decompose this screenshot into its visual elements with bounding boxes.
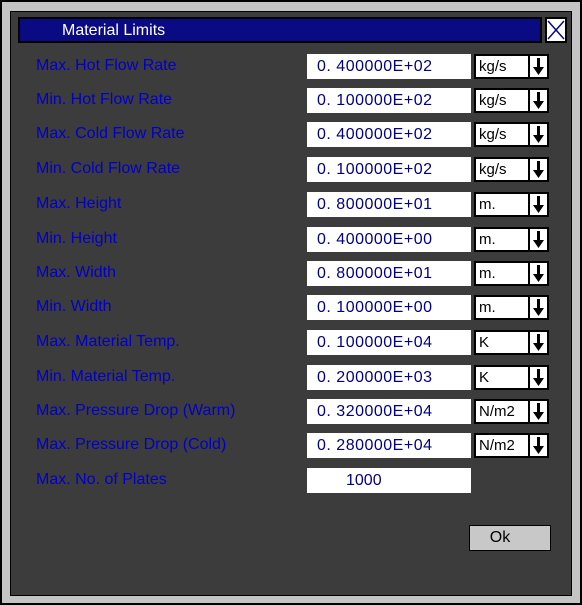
field-row-max-hot-flow-rate: Max. Hot Flow Rate 0. 400000E+02 kg/s [18, 52, 564, 82]
dropdown-arrow-button[interactable] [528, 124, 547, 145]
field-label: Min. Cold Flow Rate [36, 160, 181, 177]
arrow-down-icon [533, 403, 544, 420]
field-label: Max. Pressure Drop (Warm) [36, 402, 236, 419]
arrow-down-icon [533, 231, 544, 248]
field-row-max-material-temp: Max. Material Temp. 0. 100000E+04 K [18, 328, 564, 358]
dropdown-arrow-button[interactable] [528, 90, 547, 111]
dropdown-arrow-button[interactable] [528, 194, 547, 215]
unit-dropdown[interactable]: m. [474, 295, 549, 320]
field-row-max-no-of-plates: Max. No. of Plates 1000 [18, 466, 564, 496]
dropdown-arrow-button[interactable] [528, 56, 547, 77]
unit-dropdown[interactable]: K [474, 365, 549, 390]
dropdown-arrow-button[interactable] [528, 263, 547, 284]
title-bar: Material Limits [18, 17, 542, 43]
dropdown-arrow-button[interactable] [528, 435, 547, 456]
field-label: Min. Hot Flow Rate [36, 91, 173, 108]
unit-selected: kg/s [479, 126, 507, 143]
field-label: Max. Hot Flow Rate [36, 57, 177, 74]
field-row-max-width: Max. Width 0. 800000E+01 m. [18, 259, 564, 289]
unit-selected: m. [479, 299, 496, 316]
field-value-input[interactable]: 0. 800000E+01 [307, 192, 471, 217]
unit-dropdown[interactable]: kg/s [474, 88, 549, 113]
field-value-input[interactable]: 0. 100000E+02 [307, 157, 471, 182]
field-row-min-cold-flow-rate: Min. Cold Flow Rate 0. 100000E+02 kg/s [18, 155, 564, 185]
dropdown-arrow-button[interactable] [528, 401, 547, 422]
arrow-down-icon [533, 299, 544, 316]
unit-selected: m. [479, 265, 496, 282]
field-value-input[interactable]: 0. 100000E+02 [307, 88, 471, 113]
field-label: Min. Height [36, 230, 117, 247]
field-label: Min. Width [36, 298, 112, 315]
arrow-down-icon [533, 58, 544, 75]
field-value-input[interactable]: 0. 400000E+02 [307, 54, 471, 79]
unit-selected: m. [479, 231, 496, 248]
unit-dropdown[interactable]: m. [474, 192, 549, 217]
field-label: Max. Pressure Drop (Cold) [36, 436, 227, 453]
dropdown-arrow-button[interactable] [528, 297, 547, 318]
field-row-max-pressure-drop-cold: Max. Pressure Drop (Cold) 0. 280000E+04 … [18, 431, 564, 461]
unit-dropdown[interactable]: kg/s [474, 122, 549, 147]
field-row-max-cold-flow-rate: Max. Cold Flow Rate 0. 400000E+02 kg/s [18, 120, 564, 150]
field-value-input[interactable]: 0. 280000E+04 [307, 433, 471, 458]
dropdown-arrow-button[interactable] [528, 159, 547, 180]
field-value-input[interactable]: 0. 400000E+02 [307, 122, 471, 147]
field-row-min-width: Min. Width 0. 100000E+00 m. [18, 293, 564, 323]
dropdown-arrow-button[interactable] [528, 367, 547, 388]
field-label: Max. Height [36, 195, 122, 212]
unit-selected: kg/s [479, 58, 507, 75]
unit-dropdown[interactable]: K [474, 330, 549, 355]
arrow-down-icon [533, 369, 544, 386]
unit-selected: kg/s [479, 92, 507, 109]
unit-selected: m. [479, 196, 496, 213]
arrow-down-icon [533, 126, 544, 143]
unit-selected: N/m2 [479, 403, 515, 420]
arrow-down-icon [533, 437, 544, 454]
field-value-input[interactable]: 0. 400000E+00 [307, 227, 471, 252]
arrow-down-icon [533, 265, 544, 282]
field-row-max-height: Max. Height 0. 800000E+01 m. [18, 190, 564, 220]
unit-dropdown[interactable]: kg/s [474, 54, 549, 79]
unit-selected: K [479, 334, 490, 351]
field-row-min-hot-flow-rate: Min. Hot Flow Rate 0. 100000E+02 kg/s [18, 86, 564, 116]
field-value-input[interactable]: 0. 100000E+00 [307, 295, 471, 320]
unit-selected: N/m2 [479, 437, 515, 454]
unit-selected: kg/s [479, 161, 507, 178]
field-value-input[interactable]: 0. 800000E+01 [307, 261, 471, 286]
dropdown-arrow-button[interactable] [528, 332, 547, 353]
unit-dropdown[interactable]: kg/s [474, 157, 549, 182]
field-label: Min. Material Temp. [36, 368, 176, 385]
unit-dropdown[interactable]: N/m2 [474, 433, 549, 458]
close-button[interactable] [545, 17, 567, 43]
arrow-down-icon [533, 161, 544, 178]
field-row-min-height: Min. Height 0. 400000E+00 m. [18, 225, 564, 255]
plates-value-input[interactable]: 1000 [307, 468, 471, 493]
dialog-title: Material Limits [62, 22, 166, 39]
arrow-down-icon [533, 92, 544, 109]
close-x-icon [547, 20, 565, 40]
ok-button[interactable]: Ok [469, 525, 551, 551]
field-label: Max. No. of Plates [36, 471, 167, 488]
field-value-input[interactable]: 0. 200000E+03 [307, 365, 471, 390]
unit-dropdown[interactable]: m. [474, 261, 549, 286]
field-value-input[interactable]: 0. 320000E+04 [307, 399, 471, 424]
field-label: Max. Cold Flow Rate [36, 125, 185, 142]
arrow-down-icon [533, 196, 544, 213]
unit-selected: K [479, 369, 490, 386]
field-row-min-material-temp: Min. Material Temp. 0. 200000E+03 K [18, 363, 564, 393]
dropdown-arrow-button[interactable] [528, 229, 547, 250]
field-label: Max. Width [36, 264, 117, 281]
ok-button-label: Ok [489, 529, 511, 546]
unit-dropdown[interactable]: N/m2 [474, 399, 549, 424]
arrow-down-icon [533, 334, 544, 351]
field-row-max-pressure-drop-warm: Max. Pressure Drop (Warm) 0. 320000E+04 … [18, 397, 564, 427]
field-label: Max. Material Temp. [36, 333, 180, 350]
field-value-input[interactable]: 0. 100000E+04 [307, 330, 471, 355]
unit-dropdown[interactable]: m. [474, 227, 549, 252]
